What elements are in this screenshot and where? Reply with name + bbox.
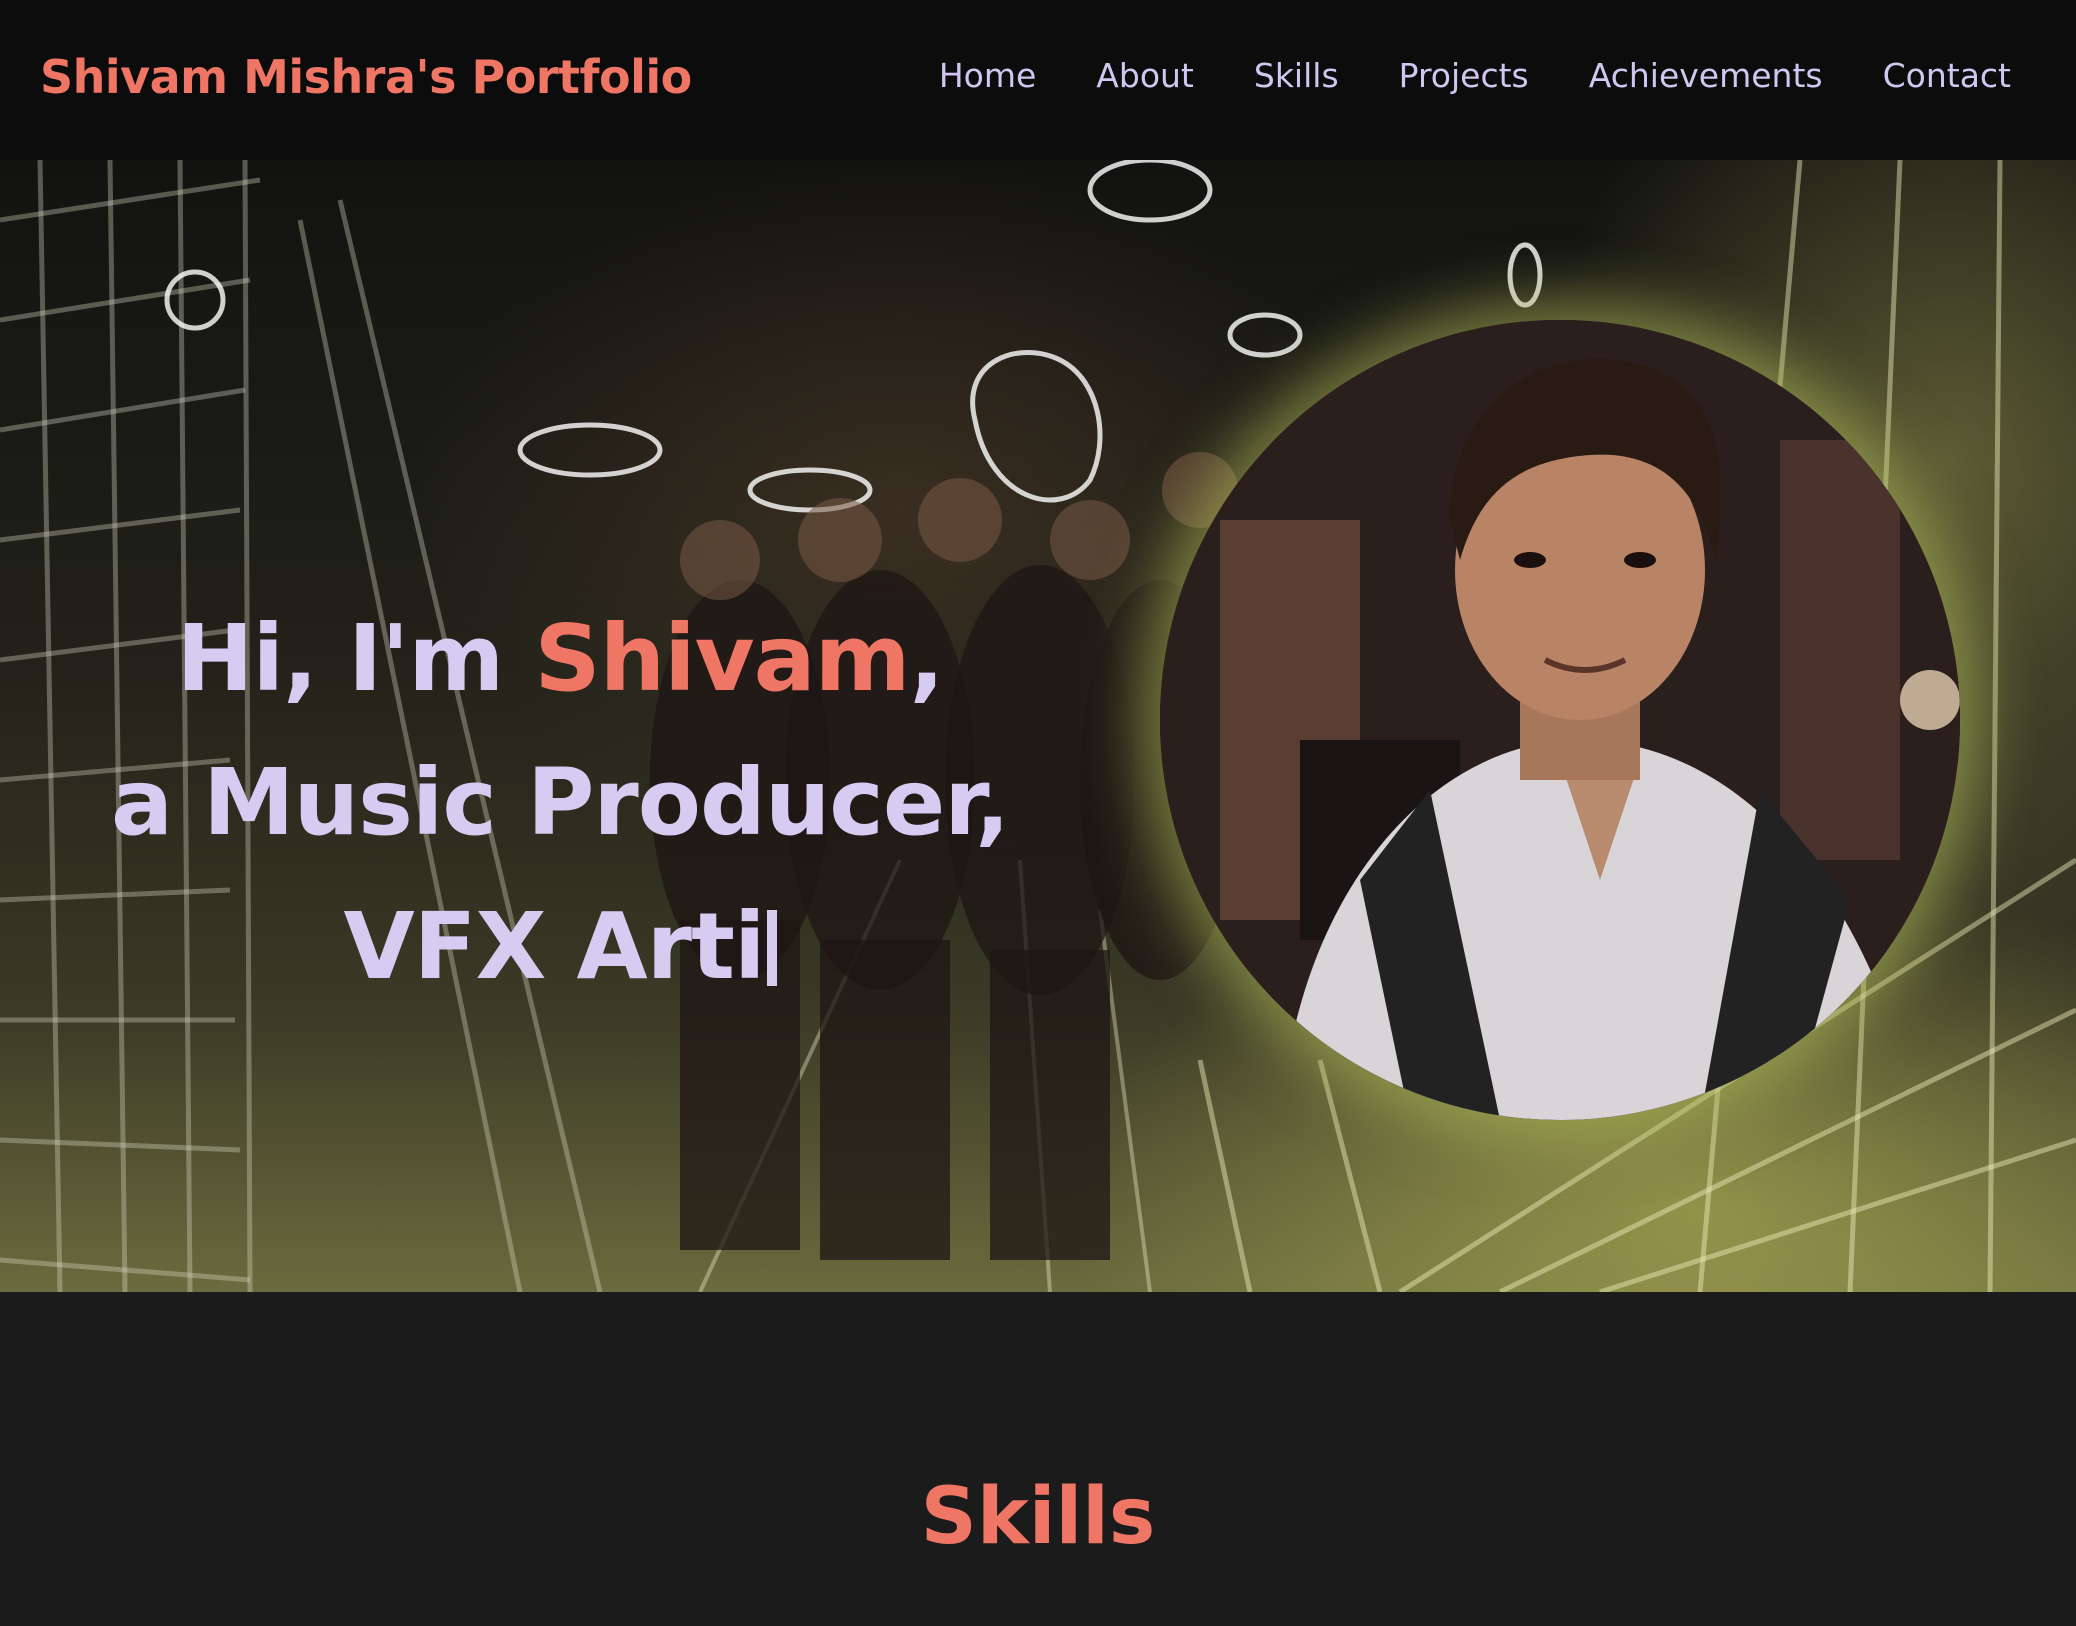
hero-role-line: a Music Producer,: [110, 748, 1010, 856]
site-brand[interactable]: Shivam Mishra's Portfolio: [40, 50, 692, 104]
skills-heading: Skills: [920, 1472, 1156, 1562]
hero-name: Shivam: [534, 604, 910, 712]
navbar: Shivam Mishra's Portfolio Home About Ski…: [0, 0, 2076, 160]
nav-link-home[interactable]: Home: [939, 56, 1036, 95]
nav-link-projects[interactable]: Projects: [1399, 56, 1529, 95]
nav-link-skills[interactable]: Skills: [1254, 56, 1339, 95]
nav-links: Home About Skills Projects Achievements …: [939, 56, 2011, 95]
hero-greeting-suffix: ,: [909, 604, 945, 712]
typing-cursor: [766, 909, 777, 986]
profile-photo: [1160, 320, 1960, 1120]
skills-section: Skills: [0, 1292, 2076, 1626]
nav-link-contact[interactable]: Contact: [1883, 56, 2011, 95]
hero-typing-text: VFX Arti: [343, 892, 765, 1000]
hero-headline: Hi, I'm Shivam, a Music Producer, VFX Arti: [110, 587, 1010, 1019]
hero-section: Hi, I'm Shivam, a Music Producer, VFX Arti: [0, 160, 2076, 1292]
hero-greeting-prefix: Hi, I'm: [176, 604, 535, 712]
nav-link-about[interactable]: About: [1096, 56, 1194, 95]
profile-photo-illustration: [1160, 320, 1960, 1120]
nav-link-achievements[interactable]: Achievements: [1589, 56, 1823, 95]
